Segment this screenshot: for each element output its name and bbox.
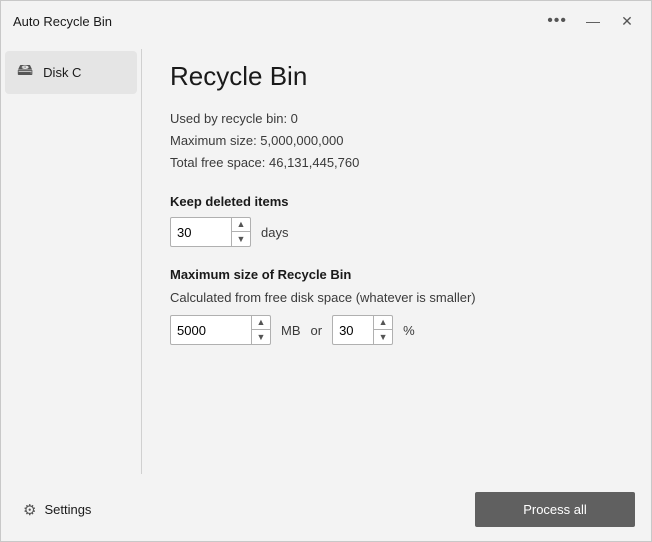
process-all-button[interactable]: Process all <box>475 492 635 527</box>
recycle-bin-stats: Used by recycle bin: 0 Maximum size: 5,0… <box>170 108 623 174</box>
days-up-button[interactable]: ▲ <box>232 218 250 232</box>
mb-down-button[interactable]: ▼ <box>252 330 270 344</box>
sidebar: 🖴 Disk C <box>1 41 141 482</box>
settings-link[interactable]: ⚙ Settings <box>17 497 97 523</box>
main-content: Recycle Bin Used by recycle bin: 0 Maxim… <box>142 41 651 482</box>
keep-section-label: Keep deleted items <box>170 194 623 209</box>
used-by-label: Used by recycle bin: 0 <box>170 108 623 130</box>
keep-days-row: ▲ ▼ days <box>170 217 623 247</box>
days-down-button[interactable]: ▼ <box>232 232 250 246</box>
sidebar-item-label: Disk C <box>43 65 81 80</box>
percent-up-button[interactable]: ▲ <box>374 316 392 330</box>
settings-label: Settings <box>44 502 91 517</box>
app-window: Auto Recycle Bin ••• — ✕ 🖴 Disk C Recycl… <box>0 0 652 542</box>
more-options-button[interactable]: ••• <box>539 8 575 34</box>
disk-icon: 🖴 <box>17 59 33 86</box>
mb-unit-label: MB <box>281 323 301 338</box>
days-input[interactable] <box>171 218 231 246</box>
max-size-section-label: Maximum size of Recycle Bin <box>170 267 623 282</box>
max-size-desc: Calculated from free disk space (whateve… <box>170 290 623 305</box>
percent-unit-label: % <box>403 323 415 338</box>
percent-input[interactable] <box>333 316 373 344</box>
sidebar-item-disk-c[interactable]: 🖴 Disk C <box>5 51 137 94</box>
percent-spinner-buttons: ▲ ▼ <box>373 316 392 344</box>
days-unit-label: days <box>261 225 288 240</box>
mb-up-button[interactable]: ▲ <box>252 316 270 330</box>
days-spinner-buttons: ▲ ▼ <box>231 218 250 246</box>
window-controls: ••• — ✕ <box>539 5 643 37</box>
or-text: or <box>311 323 323 338</box>
mb-input[interactable] <box>171 316 251 344</box>
max-size-label: Maximum size: 5,000,000,000 <box>170 130 623 152</box>
gear-icon: ⚙ <box>23 501 36 519</box>
percent-spinner[interactable]: ▲ ▼ <box>332 315 393 345</box>
days-spinner[interactable]: ▲ ▼ <box>170 217 251 247</box>
mb-spinner-buttons: ▲ ▼ <box>251 316 270 344</box>
app-title: Auto Recycle Bin <box>13 14 112 29</box>
percent-down-button[interactable]: ▼ <box>374 330 392 344</box>
content-area: 🖴 Disk C Recycle Bin Used by recycle bin… <box>1 41 651 482</box>
mb-spinner[interactable]: ▲ ▼ <box>170 315 271 345</box>
minimize-button[interactable]: — <box>577 5 609 37</box>
page-title: Recycle Bin <box>170 61 623 92</box>
titlebar: Auto Recycle Bin ••• — ✕ <box>1 1 651 41</box>
footer: ⚙ Settings Process all <box>1 482 651 541</box>
free-space-label: Total free space: 46,131,445,760 <box>170 152 623 174</box>
close-button[interactable]: ✕ <box>611 5 643 37</box>
max-size-row: ▲ ▼ MB or ▲ ▼ % <box>170 315 623 345</box>
